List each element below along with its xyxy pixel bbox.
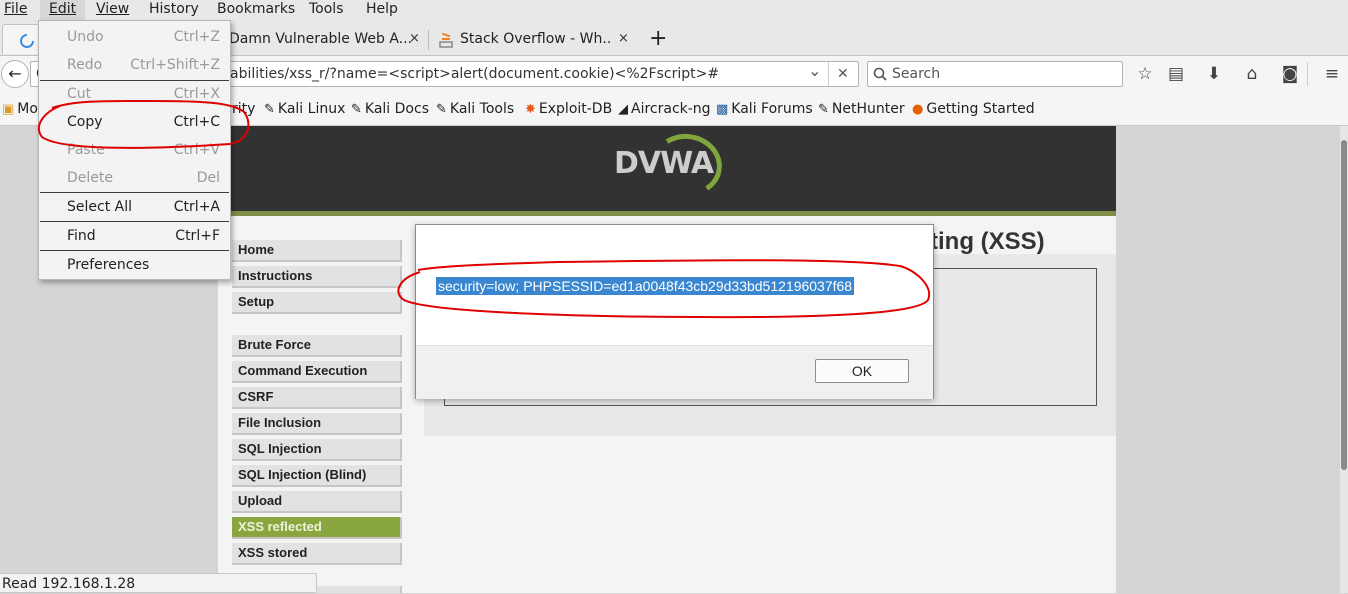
alert-dialog: security=low; PHPSESSID=ed1a0048f43cb29d… bbox=[415, 224, 934, 399]
nav-command-execution[interactable]: Command Execution bbox=[232, 361, 402, 383]
alert-message[interactable]: security=low; PHPSESSID=ed1a0048f43cb29d… bbox=[436, 277, 855, 295]
bookmark-most-visited[interactable]: ▣ Mo bbox=[2, 100, 38, 119]
search-icon bbox=[873, 67, 887, 81]
home-icon[interactable]: ⌂ bbox=[1240, 62, 1264, 86]
new-tab-button[interactable]: + bbox=[649, 26, 667, 52]
nav-xss-stored[interactable]: XSS stored bbox=[232, 543, 402, 565]
menu-item-redo[interactable]: Redo Ctrl+Shift+Z bbox=[39, 52, 230, 78]
tab-dvwa-close-icon[interactable]: × bbox=[409, 24, 420, 54]
page-title: ting (XSS) bbox=[930, 228, 1045, 255]
menu-file[interactable]: File bbox=[4, 0, 27, 18]
bookmark-kali-forums[interactable]: ▩ Kali Forums bbox=[716, 100, 813, 119]
kali-dragon-icon: ✎ bbox=[351, 102, 362, 117]
status-bar: Read 192.168.1.28 bbox=[0, 573, 317, 593]
menu-item-copy[interactable]: Copy Ctrl+C bbox=[39, 109, 230, 135]
folder-icon: ▣ bbox=[2, 102, 15, 117]
menu-item-find[interactable]: Find Ctrl+F bbox=[39, 223, 230, 249]
nav-upload[interactable]: Upload bbox=[232, 491, 402, 513]
menu-view[interactable]: View bbox=[96, 0, 129, 18]
bookmark-kali-linux[interactable]: ✎ Kali Linux bbox=[264, 100, 345, 119]
exploit-db-icon: ✸ bbox=[525, 102, 536, 117]
menu-history[interactable]: History bbox=[149, 0, 199, 18]
menu-item-select-all[interactable]: Select All Ctrl+A bbox=[39, 194, 230, 220]
bookmark-aircrack[interactable]: ◢ Aircrack-ng bbox=[618, 100, 711, 119]
alert-dialog-footer: OK bbox=[416, 345, 933, 399]
aircrack-icon: ◢ bbox=[618, 102, 628, 117]
nav-sql-injection[interactable]: SQL Injection bbox=[232, 439, 402, 461]
nav-instructions[interactable]: Instructions bbox=[232, 266, 402, 288]
nav-file-inclusion[interactable]: File Inclusion bbox=[232, 413, 402, 435]
nav-setup[interactable]: Setup bbox=[232, 292, 402, 314]
url-divider bbox=[828, 62, 829, 86]
tab-stackoverflow-close-icon[interactable]: × bbox=[618, 24, 629, 54]
tab-stackoverflow[interactable]: Stack Overflow - Wh... bbox=[460, 24, 610, 54]
back-button[interactable]: ← bbox=[1, 60, 29, 88]
bookmark-exploit-db[interactable]: ✸ Exploit-DB bbox=[525, 100, 612, 119]
menu-bookmarks[interactable]: Bookmarks bbox=[217, 0, 295, 18]
download-icon[interactable]: ⬇ bbox=[1202, 62, 1226, 86]
menu-separator bbox=[40, 250, 229, 251]
bookmark-getting-started[interactable]: ● Getting Started bbox=[912, 100, 1035, 119]
dvwa-logo: DVWA bbox=[614, 146, 714, 181]
url-text: abilities/xss_r/?name=<script>alert(docu… bbox=[230, 66, 720, 82]
url-dropdown-icon[interactable]: ⌄ bbox=[808, 62, 821, 83]
menu-separator bbox=[40, 221, 229, 222]
tab-divider bbox=[428, 30, 429, 50]
tab-dvwa[interactable]: Damn Vulnerable Web A... bbox=[229, 24, 414, 54]
page-scrollbar-thumb[interactable] bbox=[1341, 140, 1347, 470]
nav-brute-force[interactable]: Brute Force bbox=[232, 335, 402, 357]
menu-help[interactable]: Help bbox=[366, 0, 398, 18]
loading-spinner-icon bbox=[20, 34, 34, 48]
kali-dragon-icon: ✎ bbox=[818, 102, 829, 117]
menu-item-paste[interactable]: Paste Ctrl+V bbox=[39, 137, 230, 163]
bookmark-kali-tools[interactable]: ✎ Kali Tools bbox=[436, 100, 514, 119]
menu-item-preferences[interactable]: Preferences bbox=[39, 252, 230, 278]
edit-menu: Undo Ctrl+Z Redo Ctrl+Shift+Z Cut Ctrl+X Co… bbox=[38, 20, 231, 280]
menu-edit[interactable]: Edit bbox=[40, 0, 86, 20]
menu-item-undo[interactable]: Undo Ctrl+Z bbox=[39, 24, 230, 50]
nav-sql-injection-blind[interactable]: SQL Injection (Blind) bbox=[232, 465, 402, 487]
kali-forums-icon: ▩ bbox=[716, 102, 729, 117]
stack-overflow-icon bbox=[439, 32, 453, 48]
kali-dragon-icon: ✎ bbox=[264, 102, 275, 117]
menu-bar: File Edit View History Bookmarks Tools H… bbox=[0, 0, 1348, 20]
menu-item-delete[interactable]: Delete Del bbox=[39, 165, 230, 191]
pocket-icon[interactable]: ◙ bbox=[1278, 62, 1302, 86]
menu-separator bbox=[40, 192, 229, 193]
reading-list-icon[interactable]: ▤ bbox=[1164, 62, 1188, 86]
kali-dragon-icon: ✎ bbox=[436, 102, 447, 117]
menu-item-cut[interactable]: Cut Ctrl+X bbox=[39, 81, 230, 107]
bookmark-nethunter[interactable]: ✎ NetHunter bbox=[818, 100, 905, 119]
toolbar-divider bbox=[1307, 62, 1308, 86]
search-input[interactable]: Search bbox=[867, 61, 1123, 87]
bookmark-kali-docs[interactable]: ✎ Kali Docs bbox=[351, 100, 429, 119]
firefox-icon: ● bbox=[912, 102, 924, 117]
arrow-left-icon: ← bbox=[8, 64, 22, 83]
nav-home[interactable]: Home bbox=[232, 240, 402, 262]
hamburger-menu-icon[interactable]: ≡ bbox=[1320, 62, 1344, 86]
url-clear-icon[interactable]: ✕ bbox=[837, 62, 849, 86]
bookmark-star-icon[interactable]: ☆ bbox=[1133, 62, 1157, 86]
nav-csrf[interactable]: CSRF bbox=[232, 387, 402, 409]
ok-button[interactable]: OK bbox=[815, 359, 909, 383]
menu-tools[interactable]: Tools bbox=[309, 0, 344, 18]
bookmark-offensive-security[interactable]: rity bbox=[232, 100, 255, 118]
nav-xss-reflected[interactable]: XSS reflected bbox=[232, 517, 402, 539]
